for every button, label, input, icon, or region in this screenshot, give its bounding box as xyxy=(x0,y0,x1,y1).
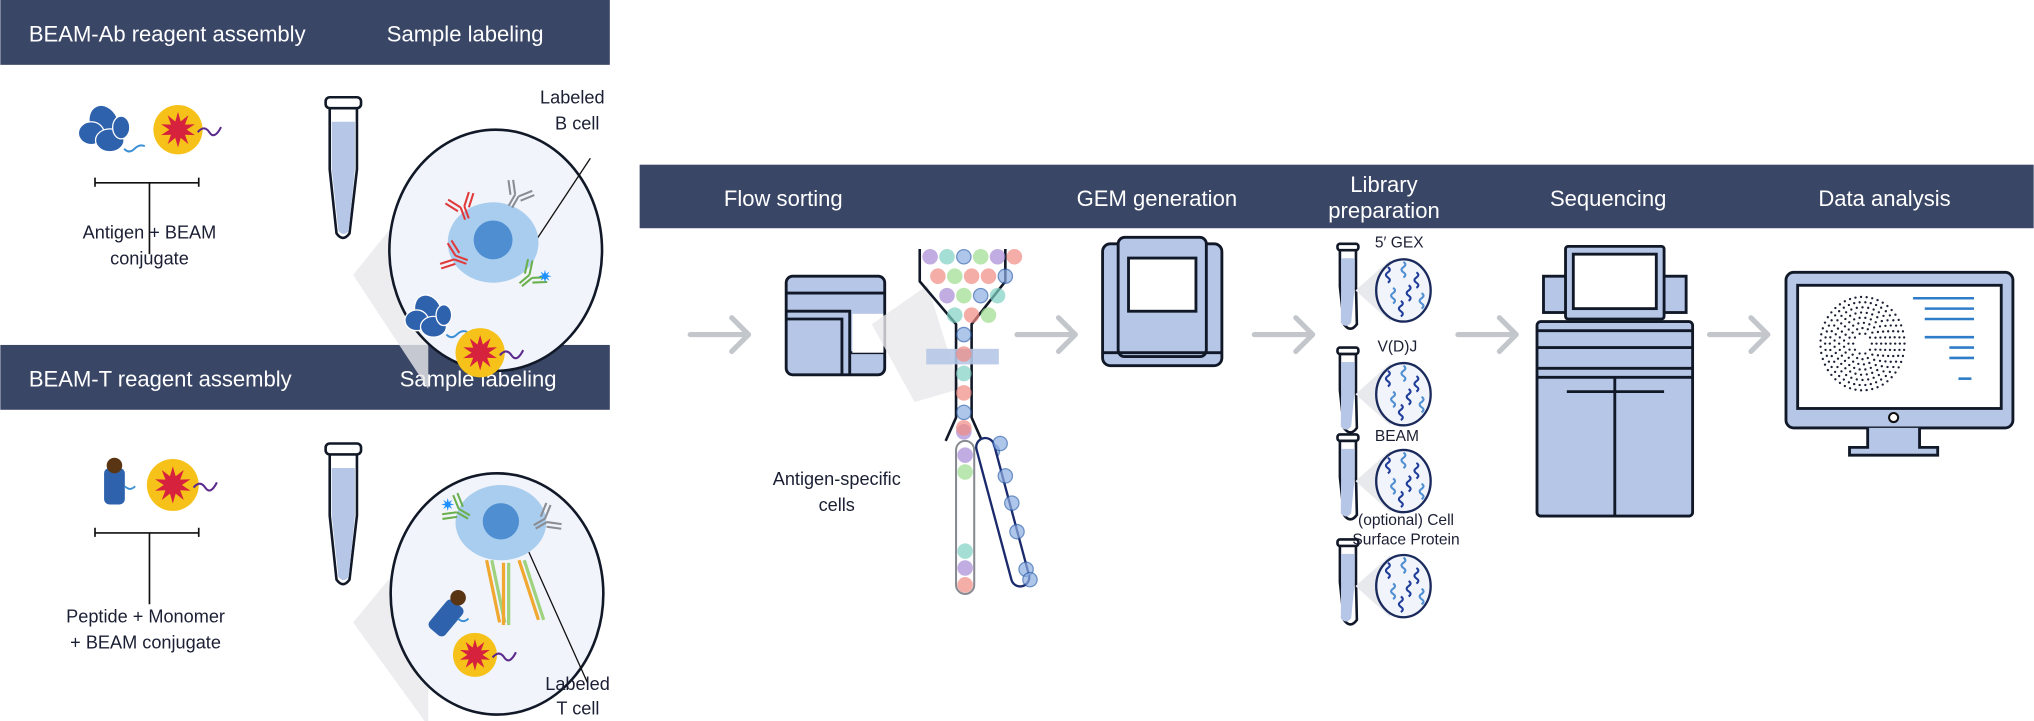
cell-dot xyxy=(957,464,973,480)
cell-dot xyxy=(956,248,972,265)
cell-dot xyxy=(930,268,946,284)
peptide-monomer-icon xyxy=(104,457,136,505)
library-dna-view xyxy=(1375,258,1432,323)
library-dna-view xyxy=(1375,553,1432,619)
cell-dot xyxy=(957,447,973,463)
cell-dot xyxy=(963,268,980,284)
cell-dot xyxy=(1004,495,1020,511)
header-beam-ab-assembly: BEAM-Ab reagent assembly xyxy=(29,21,306,46)
monitor-icon xyxy=(1784,270,2015,457)
library-label-vdj: V(D)J xyxy=(1378,338,1418,355)
library-tube-icon xyxy=(1336,433,1360,521)
cell-dot xyxy=(956,287,972,304)
library-dna-view xyxy=(1375,448,1432,514)
cell-dot xyxy=(956,385,972,401)
library-label-beam: BEAM xyxy=(1375,428,1419,445)
library-label-gex: 5′ GEX xyxy=(1375,235,1424,252)
step-library-line2: preparation xyxy=(1328,198,1439,223)
cell-dot xyxy=(972,287,989,304)
cell-dot xyxy=(957,577,973,593)
labeled-t-cell-label-1: Labeled xyxy=(545,674,610,694)
beam-workflow-diagram: BEAM-Ab reagent assembly Sample labeling… xyxy=(0,0,2034,721)
cell-dot xyxy=(957,560,973,576)
cell-dot xyxy=(980,268,997,284)
arrow-right-icon xyxy=(1251,315,1316,355)
step-data-analysis: Data analysis xyxy=(1818,186,1950,211)
cell-dot xyxy=(992,435,1008,452)
cell-dot xyxy=(997,468,1014,484)
labeled-b-cell-label-1: Labeled xyxy=(540,88,605,108)
cell-nucleus xyxy=(482,503,520,540)
flow-sorting-section xyxy=(784,248,1038,595)
library-dna-view xyxy=(1375,361,1432,427)
cell-dot xyxy=(922,248,938,265)
beam-t-panel xyxy=(104,442,605,721)
cell-dot xyxy=(956,420,972,436)
library-label-csp-2: Surface Protein xyxy=(1352,532,1459,549)
sequencer-icon xyxy=(1535,244,1695,518)
antigen-specific-label-1: Antigen-specific xyxy=(773,469,901,489)
cell-dot xyxy=(956,365,972,382)
labeled-b-cell-label-2: B cell xyxy=(555,114,599,134)
arrow-right-icon xyxy=(1706,315,1771,355)
cell-dot xyxy=(956,404,972,421)
cell-dot xyxy=(1022,571,1038,588)
cell-dot xyxy=(963,307,980,323)
labeled-t-cell-label-2: T cell xyxy=(556,699,599,719)
step-gem-generation: GEM generation xyxy=(1077,186,1237,211)
cell-dot xyxy=(939,287,955,304)
library-tube-icon xyxy=(1336,242,1360,331)
cell-dot xyxy=(997,268,1014,284)
sample-tube-icon xyxy=(324,95,363,240)
library-tube-icon xyxy=(1336,346,1360,434)
cell-nucleus xyxy=(473,220,513,260)
cell-dot xyxy=(1006,248,1023,265)
cell-dot xyxy=(1009,523,1025,540)
cell-dot xyxy=(972,248,989,265)
flow-cytometer-icon xyxy=(784,274,887,377)
cell-dot xyxy=(946,307,963,323)
library-tube-icon xyxy=(1336,538,1360,626)
peptide-monomer-label-1: Peptide + Monomer xyxy=(66,606,225,626)
header-beam-ab-labeling: Sample labeling xyxy=(387,21,544,46)
cell-dot xyxy=(989,248,1006,265)
beam-bead-icon xyxy=(146,459,218,511)
sample-tube-icon xyxy=(324,442,363,586)
step-sequencing: Sequencing xyxy=(1550,186,1666,211)
step-flow-sorting: Flow sorting xyxy=(724,186,843,211)
arrow-right-icon xyxy=(1455,315,1519,355)
antigen-beam-label-2: conjugate xyxy=(110,249,189,269)
assembly-bracket-b xyxy=(94,177,200,255)
antigen-icon xyxy=(77,104,146,153)
arrow-right-icon xyxy=(1014,315,1078,355)
cell-dot xyxy=(989,287,1006,304)
cell-dot xyxy=(957,543,973,559)
antigen-specific-label-2: cells xyxy=(819,495,855,515)
cell-dot xyxy=(980,307,997,323)
header-beam-t-assembly: BEAM-T reagent assembly xyxy=(29,366,292,391)
chromium-controller-icon xyxy=(1101,235,1224,368)
cell-dot xyxy=(946,268,963,284)
cell-dot xyxy=(956,326,972,343)
library-label-csp-1: (optional) Cell xyxy=(1358,512,1454,529)
step-library-line1: Library xyxy=(1350,172,1417,197)
peptide-monomer-label-2: + BEAM conjugate xyxy=(70,632,221,652)
arrow-right-icon xyxy=(687,315,752,355)
antigen-beam-label-1: Antigen + BEAM xyxy=(83,223,217,243)
assembly-bracket-t xyxy=(94,527,200,605)
beam-bead-icon xyxy=(153,105,222,155)
cell-dot xyxy=(939,248,955,265)
cell-dot xyxy=(956,346,972,362)
